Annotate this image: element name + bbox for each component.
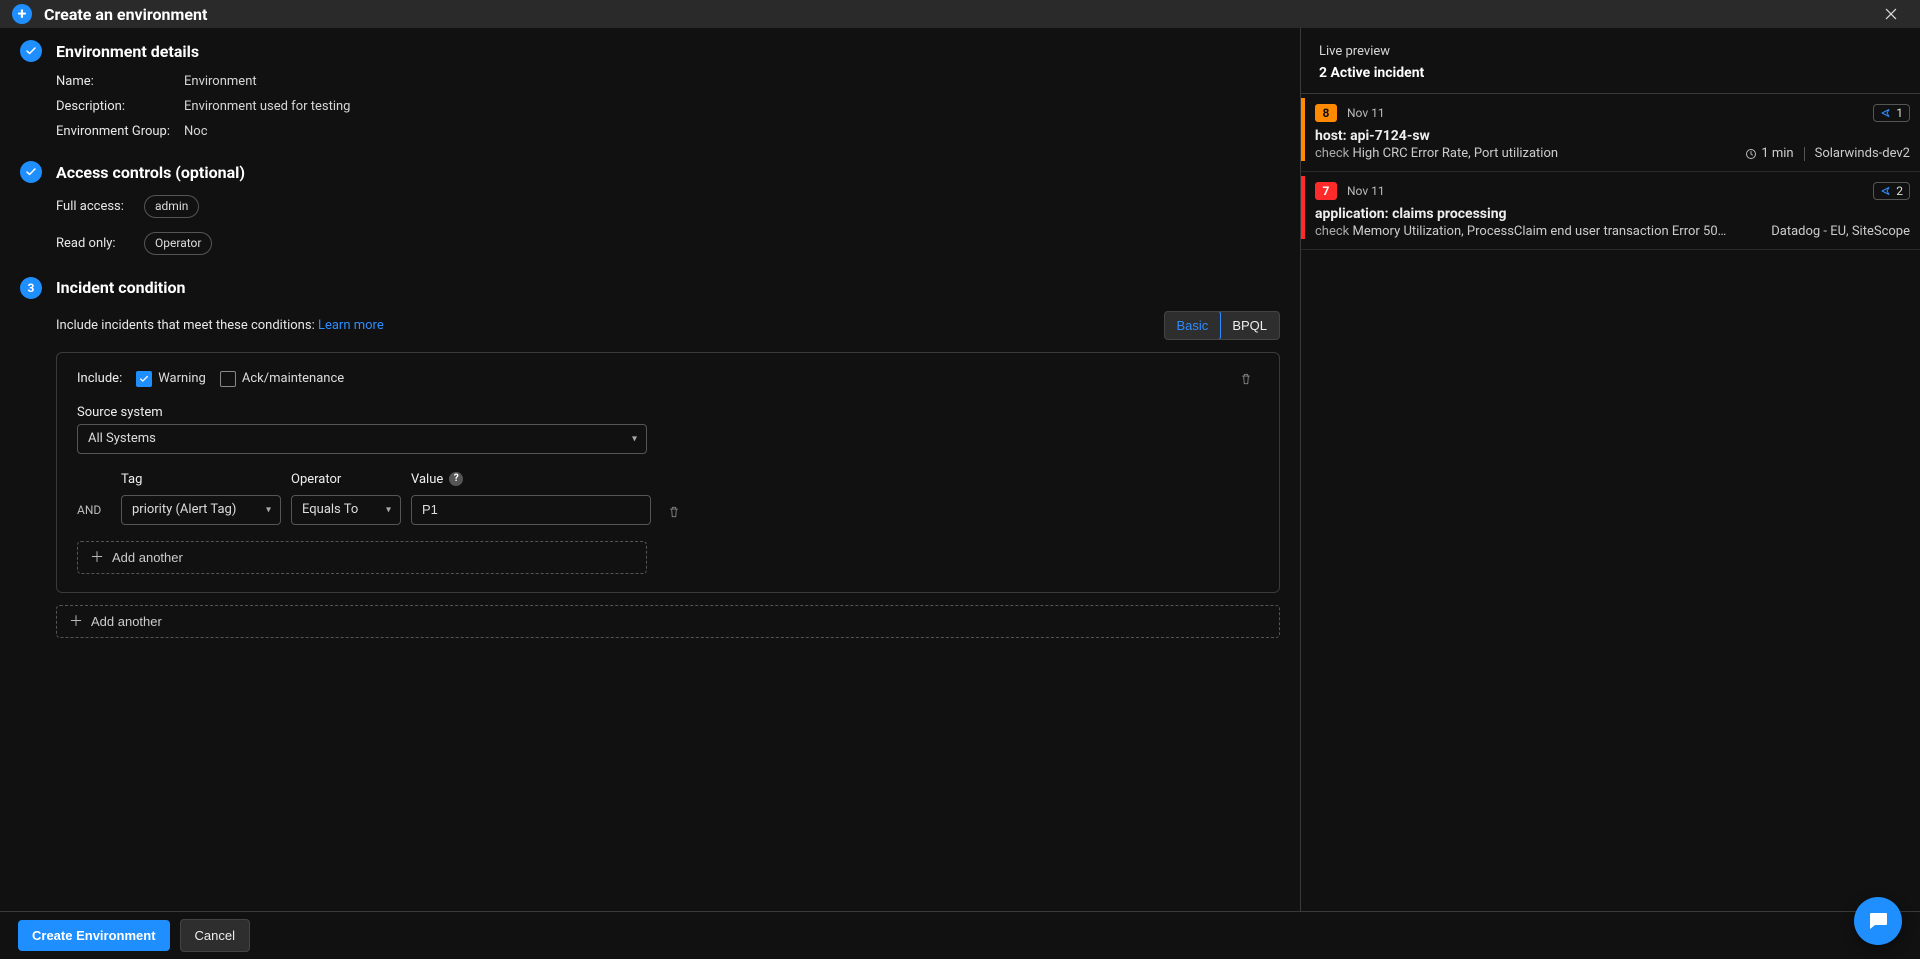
- close-icon: [1884, 7, 1898, 21]
- tag-label: Tag: [121, 472, 281, 487]
- learn-more-link[interactable]: Learn more: [318, 318, 384, 333]
- add-tag-row-label: Add another: [112, 550, 183, 565]
- plus-icon: ＋: [90, 550, 104, 564]
- incident-intro: Include incidents that meet these condit…: [56, 318, 384, 333]
- incident-row[interactable]: 7 Nov 11 2 application: claims processin…: [1301, 172, 1920, 250]
- live-preview-pane: Live preview 2 Active incident 8 Nov 11 …: [1300, 28, 1920, 911]
- incident-check: check Memory Utilization, ProcessClaim e…: [1315, 224, 1726, 239]
- tab-bpql[interactable]: BPQL: [1220, 312, 1279, 339]
- incident-meta: Datadog - EU, SiteScope: [1771, 224, 1910, 239]
- modal-header: + Create an environment: [0, 0, 1920, 28]
- share-button[interactable]: 1: [1873, 104, 1910, 122]
- preview-subtitle: Live preview: [1319, 44, 1902, 59]
- add-tag-row-button[interactable]: ＋ Add another: [77, 541, 647, 574]
- ack-checkbox-wrap[interactable]: Ack/maintenance: [220, 371, 344, 387]
- severity-bar: [1301, 98, 1305, 161]
- incident-source: Datadog - EU, SiteScope: [1771, 224, 1910, 239]
- env-group-value: Noc: [184, 124, 1280, 139]
- operator-value: Equals To: [291, 495, 401, 525]
- value-label: Value ?: [411, 472, 651, 487]
- env-desc-label: Description:: [56, 99, 176, 114]
- env-desc-value: Environment used for testing: [184, 99, 1280, 114]
- operator-select[interactable]: Equals To ▾: [291, 495, 401, 525]
- trash-icon: [667, 505, 681, 519]
- incident-row[interactable]: 8 Nov 11 1 host: api-7124-sw check High …: [1301, 94, 1920, 172]
- incident-check: check High CRC Error Rate, Port utilizat…: [1315, 146, 1558, 161]
- value-input[interactable]: [411, 495, 651, 525]
- warning-checkbox[interactable]: [136, 371, 152, 387]
- full-access-pill: admin: [144, 195, 199, 218]
- tag-select[interactable]: priority (Alert Tag) ▾: [121, 495, 281, 525]
- source-system-label: Source system: [77, 405, 1259, 420]
- header-title: Create an environment: [44, 5, 207, 24]
- check-icon: [25, 166, 37, 178]
- trash-icon: [1239, 372, 1253, 386]
- incident-entity: application: claims processing: [1315, 206, 1726, 222]
- incident-list: 8 Nov 11 1 host: api-7124-sw check High …: [1301, 94, 1920, 250]
- ack-label: Ack/maintenance: [242, 371, 344, 386]
- value-label-text: Value: [411, 472, 443, 487]
- add-condition-label: Add another: [91, 614, 162, 629]
- chat-icon: [1866, 909, 1890, 933]
- check-icon: [25, 45, 37, 57]
- step-1-badge: [20, 40, 42, 62]
- incident-source: Solarwinds-dev2: [1815, 146, 1910, 161]
- source-system-select[interactable]: All Systems ▾: [77, 424, 647, 454]
- left-pane: Environment details Name: Environment De…: [0, 28, 1300, 911]
- tag-value: priority (Alert Tag): [121, 495, 281, 525]
- add-condition-button[interactable]: ＋ Add another: [56, 605, 1280, 638]
- ack-checkbox[interactable]: [220, 371, 236, 387]
- step-2-badge: [20, 161, 42, 183]
- tab-basic[interactable]: Basic: [1164, 311, 1222, 340]
- incident-age: 1 min: [1745, 146, 1793, 161]
- delete-condition-button[interactable]: [1233, 366, 1259, 392]
- help-icon[interactable]: ?: [449, 472, 463, 486]
- and-label: AND: [77, 503, 111, 525]
- close-button[interactable]: [1880, 3, 1902, 25]
- incident-count-badge: 7: [1315, 182, 1337, 200]
- env-name-label: Name:: [56, 74, 176, 89]
- section-access-controls: Access controls (optional) Full access: …: [20, 161, 1280, 255]
- check-icon: [139, 374, 149, 384]
- footer: Create Environment Cancel: [0, 911, 1920, 959]
- incident-date: Nov 11: [1347, 106, 1385, 120]
- warning-label: Warning: [158, 371, 206, 386]
- share-count: 2: [1896, 184, 1903, 198]
- section-incident-condition: 3 Incident condition Include incidents t…: [20, 277, 1280, 638]
- clock-icon: [1745, 148, 1757, 160]
- section-title-incident: Incident condition: [56, 278, 185, 297]
- env-name-value: Environment: [184, 74, 1280, 89]
- incident-date: Nov 11: [1347, 184, 1385, 198]
- condition-mode-toggle: Basic BPQL: [1164, 311, 1280, 340]
- operator-label: Operator: [291, 472, 401, 487]
- section-environment-details: Environment details Name: Environment De…: [20, 40, 1280, 139]
- incident-intro-text: Include incidents that meet these condit…: [56, 318, 315, 333]
- plus-icon: ＋: [69, 614, 83, 628]
- condition-box: Include: Warning Ack/maintenance: [56, 352, 1280, 593]
- step-3-badge: 3: [20, 277, 42, 299]
- source-system-value: All Systems: [77, 424, 647, 454]
- share-count: 1: [1896, 106, 1903, 120]
- full-access-label: Full access:: [56, 199, 136, 214]
- section-title-access: Access controls (optional): [56, 163, 245, 182]
- delete-tag-row-button[interactable]: [661, 499, 687, 525]
- preview-title: 2 Active incident: [1319, 65, 1902, 81]
- share-button[interactable]: 2: [1873, 182, 1910, 200]
- read-only-label: Read only:: [56, 236, 136, 251]
- incident-count-badge: 8: [1315, 104, 1337, 122]
- share-icon: [1880, 185, 1892, 197]
- incident-meta: 1 min Solarwinds-dev2: [1745, 146, 1910, 161]
- share-icon: [1880, 107, 1892, 119]
- include-label: Include:: [77, 371, 122, 386]
- section-title-env: Environment details: [56, 42, 199, 61]
- create-environment-button[interactable]: Create Environment: [18, 920, 170, 951]
- plus-circle-icon: +: [12, 4, 32, 24]
- severity-bar: [1301, 176, 1305, 239]
- env-group-label: Environment Group:: [56, 124, 176, 139]
- chat-widget-button[interactable]: [1854, 897, 1902, 945]
- read-only-pill: Operator: [144, 232, 212, 255]
- cancel-button[interactable]: Cancel: [180, 919, 250, 952]
- incident-entity: host: api-7124-sw: [1315, 128, 1558, 144]
- warning-checkbox-wrap[interactable]: Warning: [136, 371, 206, 387]
